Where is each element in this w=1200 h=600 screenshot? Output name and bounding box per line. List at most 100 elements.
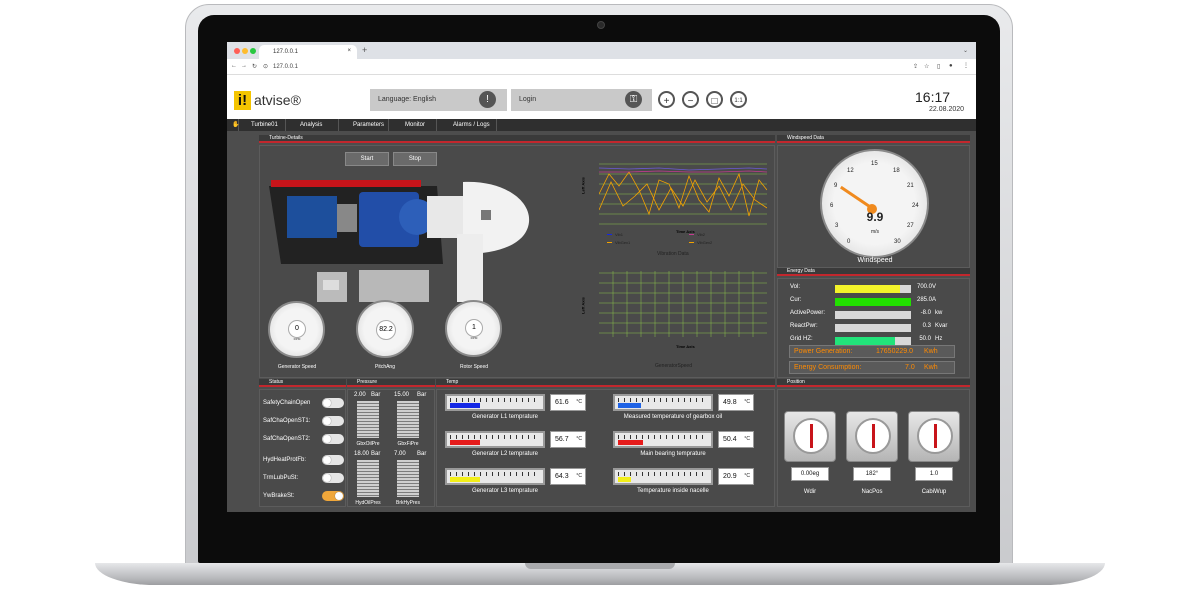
pressure-bar-1 xyxy=(397,401,419,438)
windspeed-gauge: 9.9 m/s 0 3 6 9 12 15 18 21 24 27 30 xyxy=(820,149,929,258)
energy-unit-2: kw xyxy=(935,310,943,316)
sidebar-icon[interactable]: ▯ xyxy=(937,63,940,70)
browser-tab[interactable]: 127.0.0.1 × xyxy=(259,45,357,59)
temp-scale-3 xyxy=(618,398,708,402)
temp-value-box-4: 50.4 °C xyxy=(718,431,754,448)
temp-value-box-1: 56.7 °C xyxy=(550,431,586,448)
temp-unit-2: °C xyxy=(576,473,582,479)
close-window-icon[interactable] xyxy=(234,48,240,54)
temp-value-box-2: 64.3 °C xyxy=(550,468,586,485)
temp-label-2: Generator L3 temprature xyxy=(471,488,539,494)
status-toggle-1[interactable] xyxy=(322,416,344,426)
forward-icon[interactable]: → xyxy=(241,63,247,69)
more-icon[interactable]: ⋮ xyxy=(963,62,969,69)
temp-fill-4 xyxy=(618,440,644,445)
reload-icon[interactable]: ↻ xyxy=(252,63,257,70)
pressure-value-3: 7.00 xyxy=(394,451,406,457)
energy-label-0: Vol: xyxy=(790,284,801,290)
pressure-label-0: GbxOilPre xyxy=(356,441,380,447)
new-tab-icon[interactable]: + xyxy=(362,45,367,55)
bookmark-icon[interactable]: ☆ xyxy=(924,63,929,70)
legend-vibgex1-swatch xyxy=(607,242,612,243)
profile-icon[interactable]: ● xyxy=(949,63,953,69)
menu-monitor[interactable]: Monitor xyxy=(389,119,437,131)
rotor-speed-label: Rotor Speed xyxy=(459,364,489,370)
stop-button[interactable]: Stop xyxy=(393,152,437,166)
position-value-1: 182° xyxy=(853,467,891,481)
temp-fill-2 xyxy=(450,477,480,482)
logo-mark: i! xyxy=(234,91,251,110)
temp-fill-5 xyxy=(618,477,631,482)
tab-close-icon[interactable]: × xyxy=(347,48,351,54)
help-icon[interactable]: ! xyxy=(479,91,496,108)
zoom-reset-icon[interactable]: 1:1 xyxy=(730,91,747,108)
menu-analysis[interactable]: Analysis xyxy=(286,119,339,131)
legend-vibgex2: VibGex2 xyxy=(697,240,713,245)
panel-header-turbine: Turbine-Details xyxy=(259,135,775,143)
back-icon[interactable]: ← xyxy=(231,63,237,69)
zoom-out-icon[interactable]: − xyxy=(682,91,699,108)
share-icon[interactable]: ⇪ xyxy=(913,63,918,70)
energy-bar-1 xyxy=(835,298,911,306)
energy-bar-fill-1 xyxy=(835,298,911,306)
panel-header-temp: Temp xyxy=(436,379,775,387)
temp-value-box-5: 20.9 °C xyxy=(718,468,754,485)
legend-vib2-swatch xyxy=(689,234,694,235)
toggle-knob xyxy=(323,399,331,407)
windspeed-value: 9.9 xyxy=(866,210,884,224)
toggle-knob xyxy=(323,456,331,464)
windspeed-needle xyxy=(839,185,875,211)
maximize-window-icon[interactable] xyxy=(250,48,256,54)
clock-date: 22.08.2020 xyxy=(929,106,965,113)
status-toggle-0[interactable] xyxy=(322,398,344,408)
position-value-0: 0.00eg xyxy=(791,467,829,481)
pitch-angle-label: PitchAng xyxy=(374,364,395,370)
rotor-speed-unit: RPM xyxy=(470,336,478,340)
temp-scale-4 xyxy=(618,435,708,439)
energy-bar-4 xyxy=(835,337,911,345)
temp-thermometer-1 xyxy=(445,431,545,448)
url-input[interactable]: 127.0.0.1 xyxy=(273,64,298,70)
zoom-fit-icon[interactable]: □ xyxy=(706,91,723,108)
temp-label-5: Temperature inside nacelle xyxy=(637,488,709,494)
status-toggle-5[interactable] xyxy=(322,491,344,501)
generator-chart-ylabel-wrap: Left Axis xyxy=(580,277,586,337)
browser-addressbar: ← → ↻ ⊙ 127.0.0.1 ⇪ ☆ ▯ ● ⋮ xyxy=(227,59,976,75)
vibration-chart-ylabel-wrap: Left Axis xyxy=(580,157,586,217)
temp-scale-2 xyxy=(450,472,540,476)
status-label-0: SafetyChainOpen xyxy=(263,400,311,406)
compass-face-2 xyxy=(917,418,953,454)
status-toggle-4[interactable] xyxy=(322,473,344,483)
toggle-knob xyxy=(335,492,343,500)
status-toggle-2[interactable] xyxy=(322,434,344,444)
menu-parameters[interactable]: Parameters xyxy=(339,119,389,131)
generator-chart-title: GeneratorSpeed xyxy=(655,363,692,369)
tab-menu-icon[interactable]: ⌄ xyxy=(963,47,968,54)
energy-label-3: ReactPwr: xyxy=(790,323,818,329)
login-key-icon[interactable]: ⚿ xyxy=(625,91,642,108)
minimize-window-icon[interactable] xyxy=(242,48,248,54)
generator-speed-label: Generator Speed xyxy=(277,364,317,370)
camera xyxy=(597,21,605,29)
status-label-1: SafChaOpenST1: xyxy=(263,418,311,424)
pressure-bar-3 xyxy=(397,460,419,497)
start-button[interactable]: Start xyxy=(345,152,389,166)
url-lock-icon: ⊙ xyxy=(263,64,269,70)
windspeed-unit: m/s xyxy=(870,229,880,235)
windspeed-tick-12: 12 xyxy=(847,168,854,174)
energy-label-1: Cur: xyxy=(790,297,802,303)
status-toggle-3[interactable] xyxy=(322,455,344,465)
status-label-3: HydHeatProtFb: xyxy=(263,457,307,463)
zoom-in-icon[interactable]: + xyxy=(658,91,675,108)
energy-consumption-value: 7.0 xyxy=(905,364,915,371)
rotor-speed-gauge: 1 RPM xyxy=(445,300,502,357)
menu-turbine01[interactable]: Turbine01 xyxy=(239,119,286,131)
menu-hand-icon[interactable]: ✋ xyxy=(229,119,239,131)
temp-fill-3 xyxy=(618,403,642,408)
pressure-label-2: HydOilPres xyxy=(355,500,381,506)
temp-thermometer-3 xyxy=(613,394,713,411)
windspeed-tick-27: 27 xyxy=(907,223,914,229)
menu-alarms-logs[interactable]: Alarms / Logs xyxy=(437,119,497,131)
vibration-chart xyxy=(599,163,767,225)
windspeed-tick-24: 24 xyxy=(912,203,919,209)
